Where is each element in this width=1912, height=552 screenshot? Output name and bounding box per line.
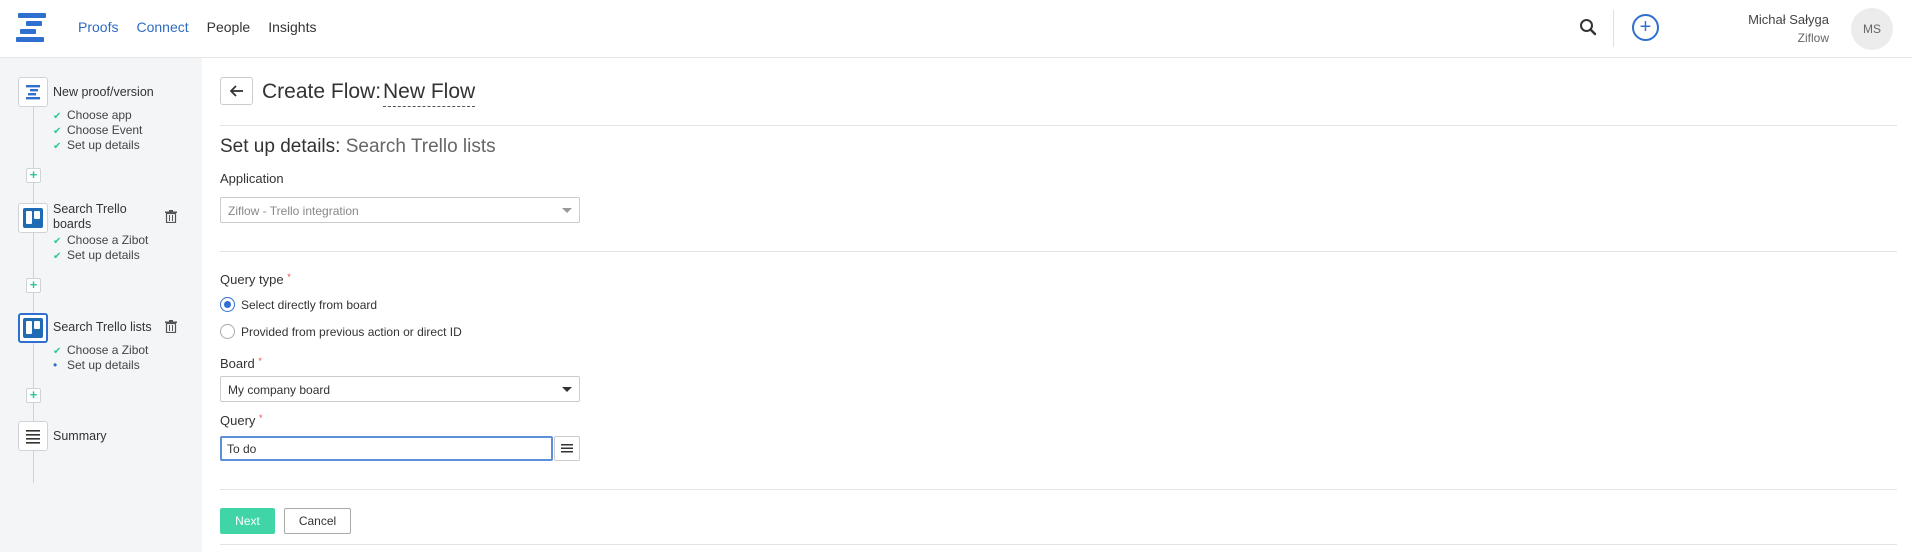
radio-label: Select directly from board (241, 297, 378, 312)
step-sub-label: Set up details (67, 358, 140, 372)
section-heading-name: Search Trello lists (345, 136, 496, 157)
ziflow-icon (26, 85, 40, 100)
avatar[interactable]: MS (1851, 8, 1893, 50)
lines-icon (26, 430, 40, 444)
step-sub-item: ✔ Choose a Zibot (53, 343, 148, 359)
trash-icon[interactable] (165, 210, 177, 223)
required-mark: * (258, 356, 262, 366)
radio-label: Provided from previous action or direct … (241, 324, 462, 339)
step-sub-label: Choose Event (67, 123, 143, 137)
step-sub-item: ✔ Set up details (53, 248, 140, 264)
flow-steps-sidebar: New proof/version ✔ Choose app ✔ Choose Ev… (0, 58, 202, 552)
query-type-label: Query type * (220, 272, 291, 287)
trello-lists-step-icon[interactable] (18, 313, 48, 343)
section-heading: Set up details: Search Trello lists (220, 136, 496, 158)
new-proof-step-icon[interactable] (18, 77, 48, 107)
board-label-text: Board (220, 356, 255, 371)
cancel-button[interactable]: Cancel (284, 508, 351, 534)
search-icon[interactable] (1579, 18, 1597, 36)
add-icon[interactable]: + (1632, 14, 1659, 41)
next-button[interactable]: Next (220, 508, 275, 534)
check-icon: ✔ (53, 126, 62, 137)
board-select[interactable]: My company board (220, 376, 580, 402)
trello-icon (23, 318, 43, 338)
query-type-option-previous[interactable]: Provided from previous action or direct … (220, 324, 462, 339)
step-sub-label: Choose a Zibot (67, 343, 149, 357)
insert-variable-button[interactable] (554, 436, 580, 461)
step-sub-item: ✔ Set up details (53, 138, 140, 154)
user-organization: Ziflow (1797, 31, 1829, 45)
query-type-option-board[interactable]: Select directly from board (220, 297, 377, 312)
step-sub-item: ✔ Choose app (53, 108, 132, 124)
radio-selected[interactable] (220, 297, 235, 312)
step-sub-item: ✔ Choose a Zibot (53, 233, 148, 249)
add-step-plus-icon[interactable]: + (26, 278, 41, 293)
radio-unselected[interactable] (220, 324, 235, 339)
divider (220, 125, 1897, 126)
summary-step-icon[interactable] (18, 421, 48, 451)
add-step-plus-icon[interactable]: + (26, 388, 41, 403)
required-mark: * (259, 413, 263, 423)
section-heading-prefix: Set up details: (220, 136, 341, 157)
check-icon: ✔ (53, 346, 62, 357)
nav-insights[interactable]: Insights (268, 19, 316, 35)
step-sub-item: ✔ Choose Event (53, 123, 142, 139)
back-button[interactable] (220, 77, 253, 105)
divider (220, 251, 1897, 252)
caret-down-icon (562, 208, 572, 213)
step-title-new-proof[interactable]: New proof/version (53, 85, 154, 100)
query-input[interactable] (220, 436, 553, 461)
current-dot-icon: • (53, 358, 58, 372)
step-title-trello-lists[interactable]: Search Trello lists (53, 320, 152, 335)
step-title-trello-boards[interactable]: Search Trello boards (53, 202, 133, 232)
application-select-value: Ziflow - Trello integration (228, 204, 359, 218)
ziflow-logo-icon[interactable] (16, 13, 48, 43)
check-icon: ✔ (53, 141, 62, 152)
divider (1613, 10, 1614, 47)
main-nav: Proofs Connect People Insights (78, 19, 316, 35)
query-label-text: Query (220, 413, 256, 428)
step-sub-label: Choose app (67, 108, 132, 122)
flow-name-editable[interactable]: New Flow (383, 80, 476, 107)
step-sub-label: Set up details (67, 248, 140, 262)
arrow-left-icon (229, 85, 243, 97)
trash-icon[interactable] (165, 320, 177, 333)
check-icon: ✔ (53, 111, 62, 122)
check-icon: ✔ (53, 236, 62, 247)
trello-boards-step-icon[interactable] (18, 203, 48, 233)
trello-icon (23, 208, 43, 228)
text-lines-icon (561, 444, 573, 453)
step-title-summary[interactable]: Summary (53, 429, 106, 444)
board-label: Board * (220, 356, 262, 371)
nav-people[interactable]: People (207, 19, 251, 35)
step-sub-label: Set up details (67, 138, 140, 152)
caret-down-icon (562, 387, 572, 392)
divider (220, 544, 1897, 545)
divider (220, 489, 1897, 490)
check-icon: ✔ (53, 251, 62, 262)
board-select-value: My company board (228, 383, 331, 397)
query-type-label-text: Query type (220, 272, 284, 287)
application-label: Application (220, 171, 284, 186)
nav-proofs[interactable]: Proofs (78, 19, 118, 35)
step-sub-item-current: • Set up details (53, 358, 140, 373)
page-title: Create Flow: (262, 80, 382, 103)
add-step-plus-icon[interactable]: + (26, 168, 41, 183)
application-select[interactable]: Ziflow - Trello integration (220, 197, 580, 223)
required-mark: * (287, 272, 291, 282)
step-sub-label: Choose a Zibot (67, 233, 149, 247)
nav-connect[interactable]: Connect (136, 19, 188, 35)
user-name: Michał Sałyga (1748, 12, 1829, 27)
top-navigation-bar: Proofs Connect People Insights + Michał … (0, 0, 1912, 58)
query-label: Query * (220, 413, 263, 428)
